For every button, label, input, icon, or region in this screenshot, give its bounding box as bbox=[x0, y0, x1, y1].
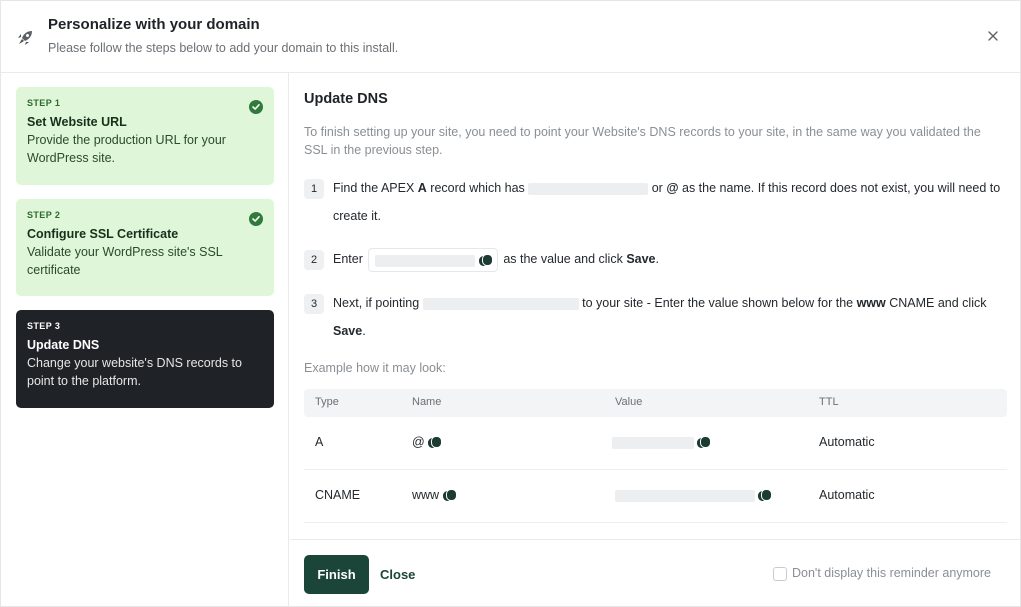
redacted-domain bbox=[528, 182, 649, 195]
check-icon bbox=[249, 100, 263, 114]
section-title: Update DNS bbox=[304, 91, 388, 107]
modal-title: Personalize with your domain bbox=[48, 16, 260, 33]
table-header: Type Name Value TTL bbox=[304, 389, 1007, 417]
step-badge: 2 bbox=[304, 250, 324, 270]
copy-icon[interactable] bbox=[428, 435, 443, 449]
step-number: STEP 1 bbox=[27, 98, 61, 108]
table-row: A @ Automatic bbox=[304, 417, 1007, 470]
record-value bbox=[612, 435, 712, 449]
copy-icon[interactable] bbox=[697, 435, 712, 449]
record-type: CNAME bbox=[315, 488, 361, 502]
domain-modal: Personalize with your domain Please foll… bbox=[0, 0, 1021, 607]
instruction-1: 1 Find the APEX A record which has or @ … bbox=[304, 174, 1004, 230]
copy-icon[interactable] bbox=[478, 254, 493, 267]
column-header: Value bbox=[615, 396, 643, 408]
redacted-value bbox=[612, 436, 694, 449]
instruction-text: Enter as the value and click Save. bbox=[333, 245, 1004, 273]
step-2-card[interactable]: STEP 2 Configure SSL Certificate Validat… bbox=[16, 199, 274, 296]
step-number: STEP 3 bbox=[27, 321, 61, 331]
copy-icon[interactable] bbox=[758, 488, 773, 502]
redacted-domain bbox=[422, 297, 579, 310]
step-description: Provide the production URL for your Word… bbox=[27, 133, 226, 165]
record-name: www bbox=[412, 488, 457, 502]
dns-example-table: Type Name Value TTL A @ Automatic CNAME … bbox=[304, 389, 1007, 523]
example-label: Example how it may look: bbox=[304, 361, 446, 375]
rocket-icon bbox=[18, 31, 32, 45]
table-row: CNAME www Automatic bbox=[304, 470, 1007, 523]
record-value bbox=[615, 488, 773, 502]
close-icon[interactable] bbox=[985, 28, 1001, 44]
check-icon bbox=[249, 212, 263, 226]
record-name: @ bbox=[412, 435, 443, 449]
column-header: Name bbox=[412, 396, 442, 408]
step-3-card[interactable]: STEP 3 Update DNS Change your website's … bbox=[16, 310, 274, 408]
step-1-card[interactable]: STEP 1 Set Website URL Provide the produ… bbox=[16, 87, 274, 185]
intro-text: To finish setting up your site, you need… bbox=[304, 125, 981, 157]
copy-value-chip[interactable] bbox=[368, 247, 498, 272]
step-description: Change your website's DNS records to poi… bbox=[27, 356, 242, 388]
record-type: A bbox=[315, 435, 324, 449]
instruction-3: 3 Next, if pointing to your site - Enter… bbox=[304, 289, 1004, 345]
step-name: Set Website URL bbox=[27, 115, 127, 129]
step-number: STEP 2 bbox=[27, 210, 61, 220]
footer-divider bbox=[290, 539, 1020, 540]
redacted-value bbox=[375, 255, 476, 268]
record-ttl: Automatic bbox=[819, 435, 875, 449]
step-name: Update DNS bbox=[27, 338, 100, 352]
modal-subtitle: Please follow the steps below to add you… bbox=[48, 41, 399, 55]
step-badge: 3 bbox=[304, 294, 324, 314]
column-header: TTL bbox=[819, 396, 839, 408]
close-button[interactable]: Close bbox=[380, 567, 415, 582]
instruction-text: Next, if pointing to your site - Enter t… bbox=[333, 296, 987, 338]
record-ttl: Automatic bbox=[819, 488, 875, 502]
modal-header: Personalize with your domain Please foll… bbox=[1, 1, 1020, 73]
instruction-text: Find the APEX A record which has or @ as… bbox=[333, 181, 1001, 223]
copy-icon[interactable] bbox=[442, 488, 457, 502]
column-header: Type bbox=[315, 396, 339, 408]
steps-sidebar: STEP 1 Set Website URL Provide the produ… bbox=[1, 73, 289, 607]
step-description: Validate your WordPress site's SSL certi… bbox=[27, 245, 223, 277]
dont-show-reminder-checkbox[interactable]: Don't display this reminder anymore bbox=[773, 566, 991, 581]
finish-button[interactable]: Finish bbox=[304, 555, 369, 594]
step-content: Update DNS To finish setting up your sit… bbox=[290, 73, 1020, 539]
instruction-2: 2 Enter as the value and click Save. bbox=[304, 245, 1004, 273]
reminder-label: Don't display this reminder anymore bbox=[792, 566, 991, 580]
step-badge: 1 bbox=[304, 179, 324, 199]
redacted-value bbox=[615, 489, 755, 502]
step-name: Configure SSL Certificate bbox=[27, 227, 179, 241]
checkbox[interactable] bbox=[773, 566, 787, 581]
